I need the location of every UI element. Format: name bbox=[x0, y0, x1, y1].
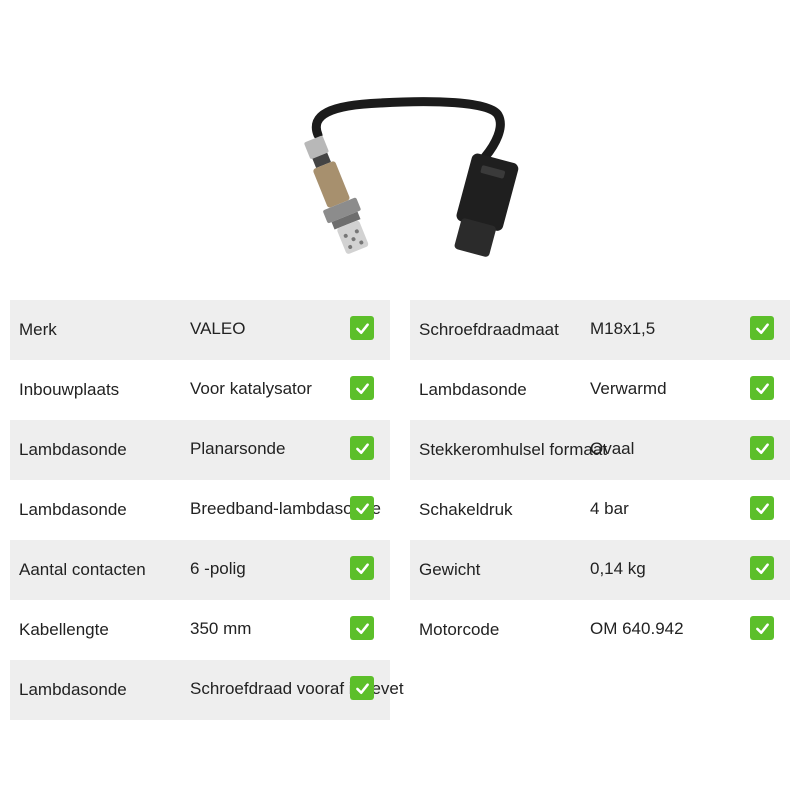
spec-table-right: Schroefdraadmaat M18x1,5 Lambdasonde Verwar… bbox=[410, 300, 790, 660]
check-mark-icon bbox=[350, 496, 374, 520]
spec-value: Voor katalysator bbox=[190, 379, 312, 398]
spec-row: Lambdasonde Planarsonde bbox=[10, 420, 390, 480]
check-mark-icon bbox=[350, 376, 374, 400]
spec-label: Lambdasonde bbox=[19, 680, 127, 699]
spec-label: Gewicht bbox=[419, 560, 481, 579]
spec-row: Lambdasonde Schroefdraad vooraf ingevet bbox=[10, 660, 404, 720]
spec-label: Schroefdraadmaat bbox=[419, 320, 559, 339]
spec-row: Lambdasonde Verwarmd bbox=[410, 360, 790, 420]
spec-value: Planarsonde bbox=[190, 439, 286, 458]
spec-label: Motorcode bbox=[419, 620, 500, 639]
spec-row: Inbouwplaats Voor katalysator bbox=[10, 360, 390, 420]
spec-row: Gewicht 0,14 kg bbox=[410, 540, 790, 600]
check-mark-icon bbox=[750, 496, 774, 520]
check-mark-icon bbox=[750, 556, 774, 580]
spec-value: 0,14 kg bbox=[590, 559, 646, 578]
spec-row: Aantal contacten 6 -polig bbox=[10, 540, 390, 600]
check-mark-icon bbox=[350, 316, 374, 340]
check-mark-icon bbox=[750, 376, 774, 400]
spec-value: 4 bar bbox=[590, 499, 629, 518]
spec-value: 6 -polig bbox=[190, 559, 246, 578]
check-mark-icon bbox=[350, 556, 374, 580]
spec-label: Inbouwplaats bbox=[19, 380, 120, 399]
check-mark-icon bbox=[750, 436, 774, 460]
spec-row: Schakeldruk 4 bar bbox=[410, 480, 790, 540]
spec-value: M18x1,5 bbox=[590, 319, 656, 338]
spec-label: Aantal contacten bbox=[19, 560, 146, 579]
spec-row: Kabellengte 350 mm bbox=[10, 600, 390, 660]
spec-value: Ovaal bbox=[590, 439, 635, 458]
spec-row: Stekkeromhulsel formaat Ovaal bbox=[410, 420, 790, 480]
spec-label: Lambdasonde bbox=[419, 380, 527, 399]
spec-label: Lambdasonde bbox=[19, 440, 127, 459]
check-mark-icon bbox=[750, 316, 774, 340]
spec-value: VALEO bbox=[190, 319, 246, 338]
spec-label: Lambdasonde bbox=[19, 500, 127, 519]
check-mark-icon bbox=[350, 676, 374, 700]
product-image bbox=[300, 95, 520, 265]
spec-row: Lambdasonde Breedband-lambdasonde bbox=[10, 480, 390, 540]
check-mark-icon bbox=[350, 436, 374, 460]
spec-value: 350 mm bbox=[190, 619, 252, 638]
spec-label: Kabellengte bbox=[19, 620, 109, 639]
spec-row: Schroefdraadmaat M18x1,5 bbox=[410, 300, 790, 360]
spec-label: Stekkeromhulsel formaat bbox=[419, 440, 608, 459]
spec-value: Verwarmd bbox=[590, 379, 667, 398]
spec-value: OM 640.942 bbox=[590, 619, 684, 638]
spec-table-left: Merk VALEO Inbouwplaats Voor katalysator Lam… bbox=[10, 300, 404, 720]
spec-row: Motorcode OM 640.942 bbox=[410, 600, 790, 660]
spec-label: Schakeldruk bbox=[419, 500, 513, 519]
spec-row: Merk VALEO bbox=[10, 300, 390, 360]
check-mark-icon bbox=[750, 616, 774, 640]
spec-label: Merk bbox=[19, 320, 57, 339]
check-mark-icon bbox=[350, 616, 374, 640]
